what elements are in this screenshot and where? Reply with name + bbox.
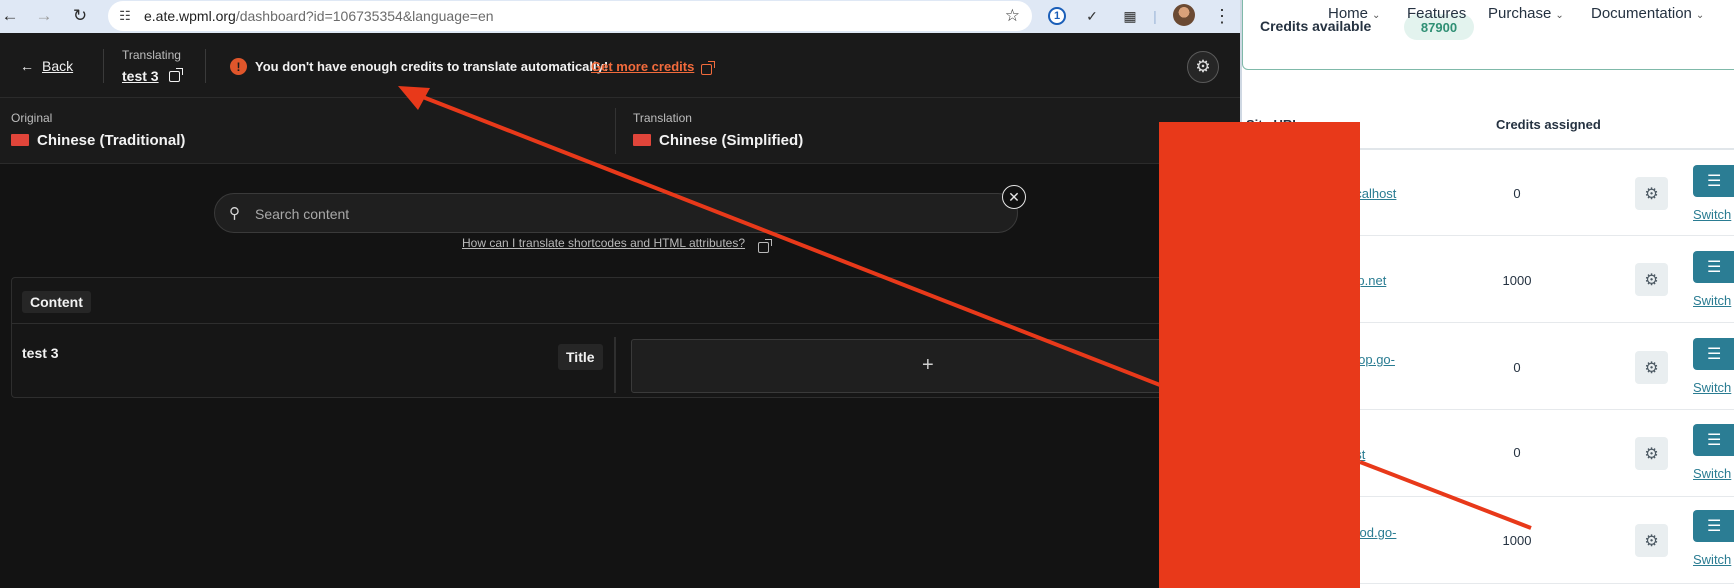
- annotation-arrow: [409, 90, 1161, 387]
- annotation-arrow-tail: [1359, 460, 1532, 530]
- screenshot-stage: Credits available 87900 Home ⌄ Features P…: [0, 0, 1734, 588]
- annotation-arrows: [398, 86, 1532, 530]
